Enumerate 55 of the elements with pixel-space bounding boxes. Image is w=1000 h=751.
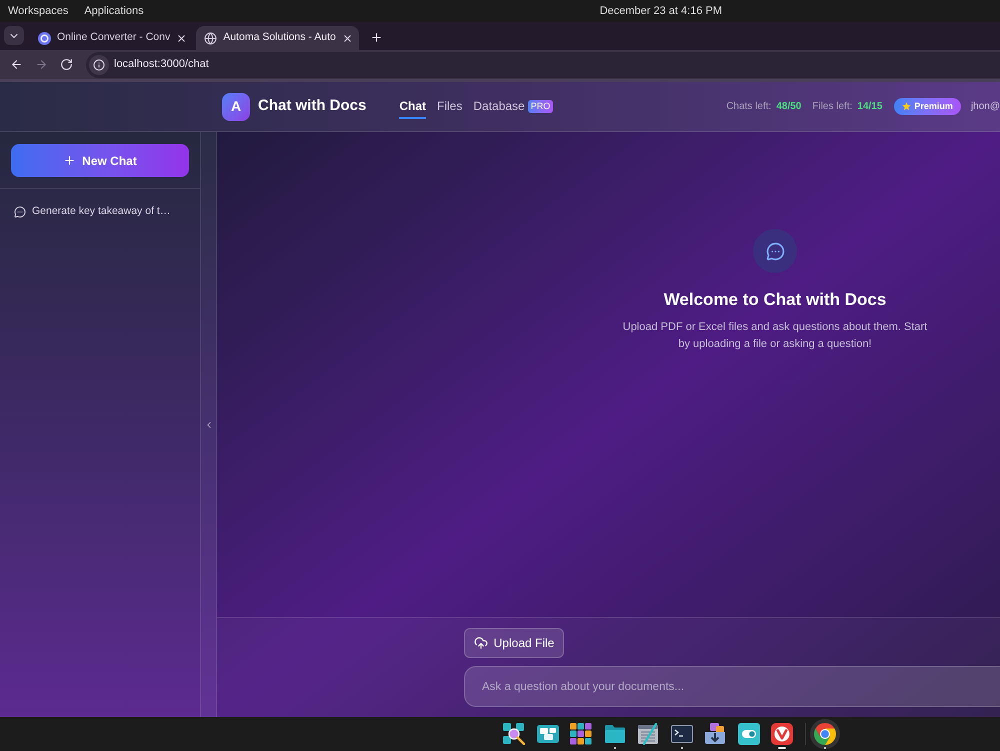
toggle-switch-icon: [738, 723, 760, 745]
chat-bubble-icon: [766, 242, 784, 260]
magnifier-icon: [503, 723, 525, 745]
browser-nav-button[interactable]: [9, 58, 23, 72]
back-icon: [10, 58, 22, 71]
nav-link[interactable]: Database: [473, 94, 525, 119]
browser-nav-button[interactable]: [59, 58, 73, 72]
circle-logo-icon: [814, 723, 836, 745]
app-title: Chat with Docs: [258, 96, 366, 116]
address-text: localhost:3000/chat: [114, 57, 209, 72]
forward-icon: [34, 58, 48, 71]
nav-link[interactable]: Chat: [399, 94, 426, 119]
notepad-icon: [637, 723, 659, 745]
tab-title: Automa Solutions - Auto: [223, 30, 336, 46]
tab-list-button[interactable]: [4, 26, 24, 45]
taskbar-button[interactable]: [810, 719, 840, 749]
terminal-icon: [670, 723, 692, 745]
reload-icon: [60, 58, 72, 71]
cloud-upload-icon: [474, 636, 488, 650]
v-logo-icon: [771, 723, 793, 745]
app-grid-icon: [570, 723, 592, 745]
welcome-text: Upload PDF or Excel files and ask questions about them. Start by uploading a file or asking a question!: [622, 320, 928, 352]
quota-label: Chats left:: [726, 100, 772, 114]
browser-tab[interactable]: Online Converter - Conv: [30, 26, 194, 50]
window-tiles-icon: [536, 723, 558, 745]
nav-link[interactable]: Files: [437, 94, 462, 119]
package-download-icon: [704, 723, 726, 745]
star-icon: [902, 102, 912, 111]
clock[interactable]: December 23 at 4:16 PM: [600, 2, 722, 20]
plus-icon: [63, 154, 76, 167]
new-tab-icon[interactable]: [370, 31, 383, 44]
plan-label: Premium: [914, 100, 953, 113]
browser-tab[interactable]: Automa Solutions - Auto: [196, 26, 359, 50]
quota-label: Files left:: [812, 100, 852, 114]
top-bar-menu[interactable]: Applications: [84, 2, 144, 20]
folder-icon: [604, 723, 626, 745]
close-icon[interactable]: [342, 32, 353, 44]
info-icon: [93, 58, 105, 70]
quota-value: 14/15: [857, 100, 882, 114]
close-icon[interactable]: [176, 32, 188, 44]
tab-title: Online Converter - Conv: [57, 30, 170, 46]
logo-tile: A: [222, 92, 250, 120]
address-field[interactable]: localhost:3000/chat: [86, 52, 1000, 78]
quota-value: 48/50: [776, 100, 802, 114]
chat-history-item[interactable]: Generate key takeaway of t…: [14, 204, 186, 220]
site-info-button[interactable]: [89, 54, 109, 74]
ring-logo-icon: [38, 32, 51, 44]
new-chat-button[interactable]: New Chat: [11, 144, 189, 177]
user-email[interactable]: jhon@: [970, 99, 1000, 114]
chat-bubble-icon: [14, 206, 26, 218]
top-bar-menu[interactable]: Workspaces: [8, 2, 68, 20]
welcome-title: Welcome to Chat with Docs: [664, 289, 886, 311]
globe-icon: [204, 32, 218, 44]
pro-badge: PRO: [528, 100, 554, 113]
upload-file-button[interactable]: Upload File: [464, 628, 564, 658]
